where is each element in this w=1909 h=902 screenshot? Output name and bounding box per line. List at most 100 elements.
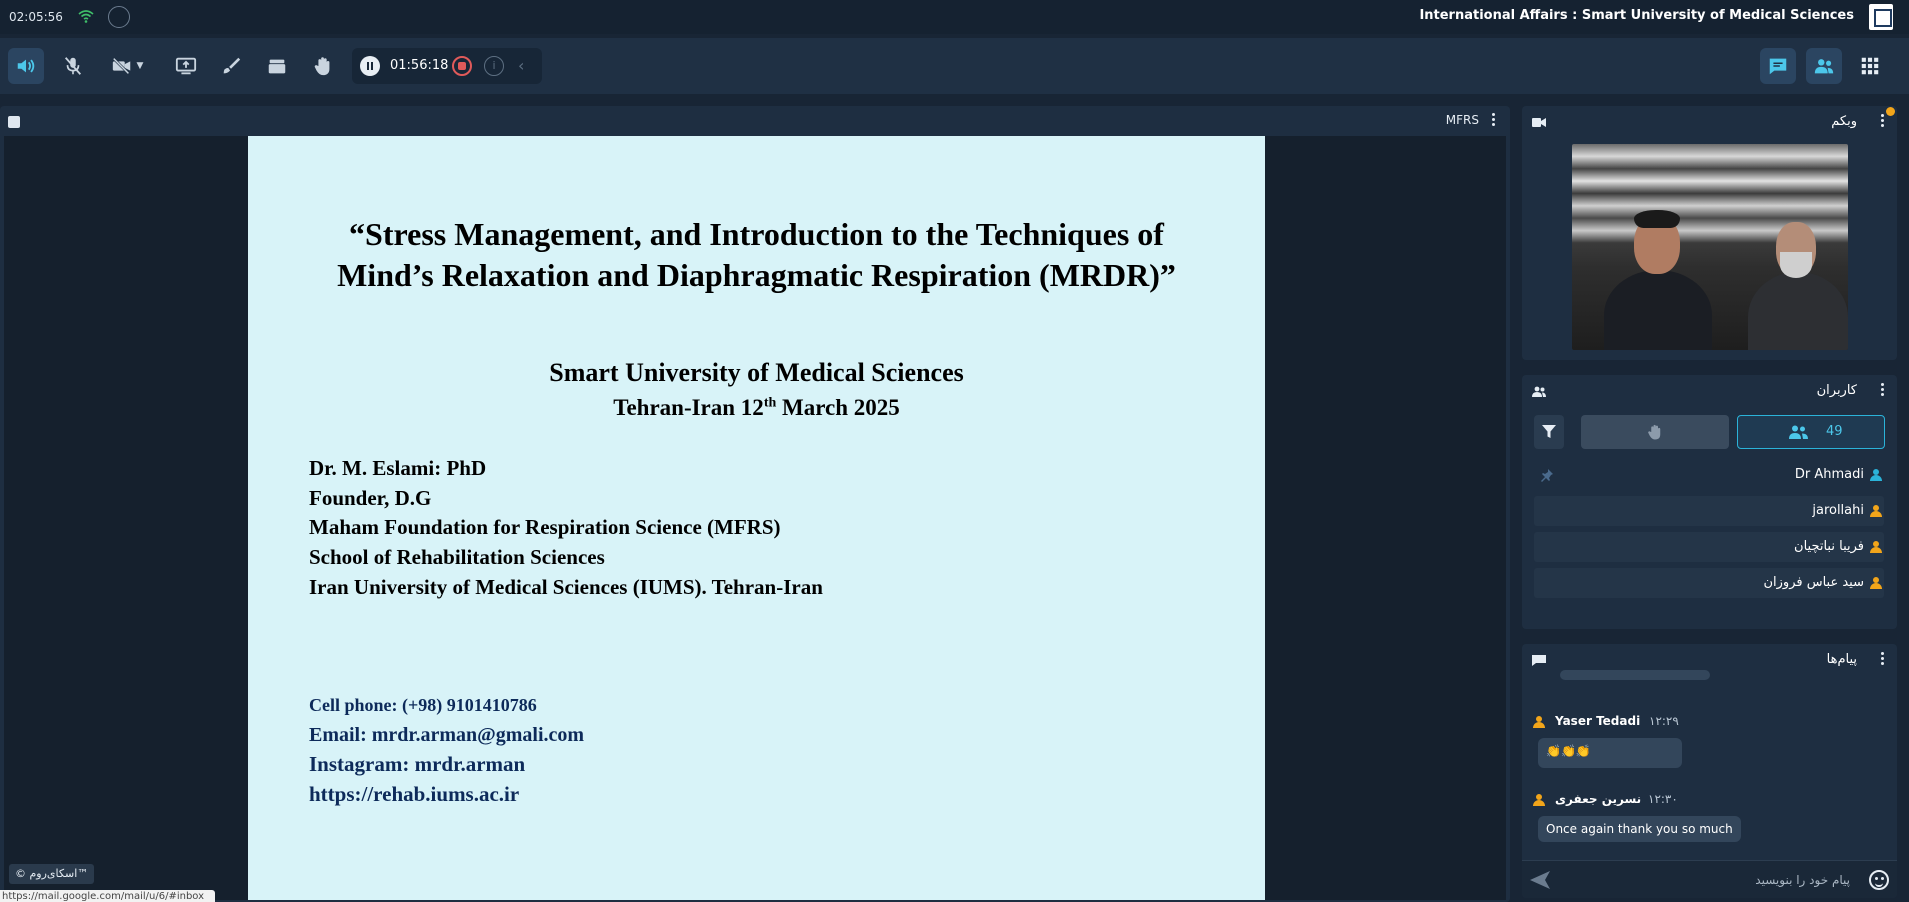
- filter-button[interactable]: [1534, 415, 1564, 449]
- webcam-menu-icon[interactable]: [1881, 114, 1885, 128]
- apps-button[interactable]: [1852, 48, 1888, 84]
- whiteboard-button[interactable]: [213, 48, 249, 84]
- raised-hands-tab[interactable]: [1581, 415, 1729, 449]
- emoji-icon[interactable]: [1869, 870, 1889, 890]
- files-button[interactable]: [259, 48, 295, 84]
- cloud-icon[interactable]: [108, 6, 130, 28]
- user-icon: [1533, 794, 1545, 806]
- message-time: ۱۲:۳۰: [1648, 792, 1678, 806]
- slide-line: School of Rehabilitation Sciences: [309, 545, 605, 570]
- clock: 02:05:56: [9, 10, 63, 24]
- logo: [1869, 4, 1893, 30]
- presentation-header: MFRS: [0, 106, 1510, 134]
- top-bar: 02:05:56 International Affairs : Smart U…: [0, 0, 1909, 34]
- info-icon[interactable]: i: [484, 56, 504, 76]
- slide-line: Iran University of Medical Sciences (IUM…: [309, 574, 823, 599]
- speaker-button[interactable]: [8, 48, 44, 84]
- microphone-off-icon: [64, 57, 82, 75]
- slide-line: Founder, D.G: [309, 485, 432, 510]
- messages-title: پیام‌ها: [1826, 652, 1857, 667]
- message-input[interactable]: [1558, 867, 1850, 893]
- video-person: [1604, 270, 1712, 350]
- message-bubble: [1560, 670, 1710, 680]
- user-row[interactable]: Dr Ahmadi: [1534, 460, 1884, 490]
- share-screen-button[interactable]: [168, 48, 204, 84]
- slide-date: Tehran-Iran 12th March 2025: [613, 395, 900, 420]
- slide-line: Dr. M. Eslami: PhD: [309, 456, 487, 480]
- message-bubble: 👏👏👏: [1538, 738, 1682, 768]
- grid-icon: [1861, 57, 1879, 75]
- document-icon: [8, 116, 20, 128]
- brand-tag[interactable]: © اسکای‌روم™: [9, 864, 95, 884]
- users-title: کاربران: [1816, 383, 1857, 398]
- all-users-tab[interactable]: 49: [1737, 415, 1885, 449]
- slide-line: Maham Foundation for Respiration Science…: [309, 515, 781, 540]
- users-menu-icon[interactable]: [1881, 383, 1885, 397]
- user-icon: [1870, 541, 1882, 553]
- webcam-title: وبکم: [1831, 114, 1857, 129]
- wifi-icon: [78, 10, 94, 23]
- slide-university: Smart University of Medical Sciences: [549, 358, 964, 387]
- webcam-panel: وبکم: [1522, 106, 1897, 360]
- user-name: فریبا نباتچیان: [1794, 539, 1864, 554]
- camera-icon: [1532, 118, 1546, 127]
- users-toggle-button[interactable]: [1806, 48, 1842, 84]
- user-icon: [1870, 577, 1882, 589]
- share-screen-icon: [175, 57, 197, 75]
- camera-off-icon: [112, 57, 130, 75]
- chat-icon: [1769, 58, 1787, 75]
- webcam-video[interactable]: [1572, 144, 1848, 350]
- video-person: [1748, 272, 1848, 350]
- status-url: https://mail.google.com/mail/u/6/#inbox: [0, 890, 215, 902]
- org-title: International Affairs : Smart University…: [1419, 8, 1854, 23]
- message-bubble: Once again thank you so much: [1538, 816, 1741, 842]
- chat-toggle-button[interactable]: [1760, 48, 1796, 84]
- pin-icon[interactable]: [1540, 468, 1554, 482]
- recording-controls: 01:56:18 i ‹: [352, 48, 542, 84]
- send-icon[interactable]: [1530, 871, 1550, 889]
- stop-record-icon[interactable]: [452, 56, 472, 76]
- slide-contact-website: https://rehab.iums.ac.ir: [309, 781, 520, 806]
- message-time: ۱۲:۲۹: [1649, 714, 1679, 728]
- presentation-stage: “Stress Management, and Introduction to …: [4, 136, 1506, 900]
- users-panel: کاربران 49 Dr Ahmadi jarollahi فریبا نبا…: [1522, 375, 1897, 629]
- users-icon: [1789, 425, 1808, 439]
- brush-icon: [223, 57, 241, 74]
- raise-hand-button[interactable]: [305, 48, 341, 84]
- recording-time: 01:56:18: [390, 58, 449, 73]
- chat-icon: [1532, 655, 1546, 666]
- user-icon: [1870, 505, 1882, 517]
- user-row[interactable]: فریبا نباتچیان: [1534, 532, 1884, 562]
- pause-icon[interactable]: [360, 56, 380, 76]
- folder-icon: [268, 59, 286, 74]
- slide-author-block: Dr. M. Eslami: PhD Founder, D.G Maham Fo…: [309, 454, 823, 603]
- user-name: سید عباس فروزان: [1763, 575, 1864, 590]
- slide-title: “Stress Management, and Introduction to …: [337, 216, 1176, 293]
- message-author[interactable]: Yaser Tedadi: [1555, 714, 1640, 728]
- slide: “Stress Management, and Introduction to …: [248, 136, 1265, 900]
- chevron-left-icon[interactable]: ‹: [518, 56, 524, 75]
- slide-contact-phone: Cell phone: (+98) 9101410786: [309, 695, 537, 715]
- chevron-down-icon[interactable]: ▼: [137, 61, 144, 71]
- user-icon: [1870, 469, 1882, 481]
- presentation-file-name: MFRS: [1445, 113, 1479, 127]
- hand-icon: [314, 57, 330, 76]
- user-row[interactable]: سید عباس فروزان: [1534, 568, 1884, 598]
- user-icon: [1533, 716, 1545, 728]
- microphone-button[interactable]: [55, 48, 91, 84]
- users-icon: [1532, 386, 1546, 397]
- user-row[interactable]: jarollahi: [1534, 496, 1884, 526]
- user-name: jarollahi: [1812, 503, 1864, 518]
- message-author[interactable]: نسرین جعفری: [1555, 792, 1641, 806]
- slide-contact-email: Email: mrdr.arman@gmali.com: [309, 723, 585, 746]
- users-icon: [1814, 59, 1834, 74]
- user-name: Dr Ahmadi: [1794, 467, 1864, 482]
- camera-button[interactable]: ▼: [100, 48, 154, 84]
- filter-icon: [1542, 425, 1556, 438]
- messages-menu-icon[interactable]: [1881, 652, 1885, 666]
- presentation-panel: MFRS “Stress Management, and Introductio…: [0, 106, 1510, 902]
- presentation-menu-icon[interactable]: [1492, 113, 1496, 127]
- hand-icon: [1648, 424, 1661, 440]
- message-composer: [1522, 860, 1897, 898]
- messages-panel: پیام‌ها Yaser Tedadi ۱۲:۲۹ 👏👏👏 نسرین جعف…: [1522, 644, 1897, 898]
